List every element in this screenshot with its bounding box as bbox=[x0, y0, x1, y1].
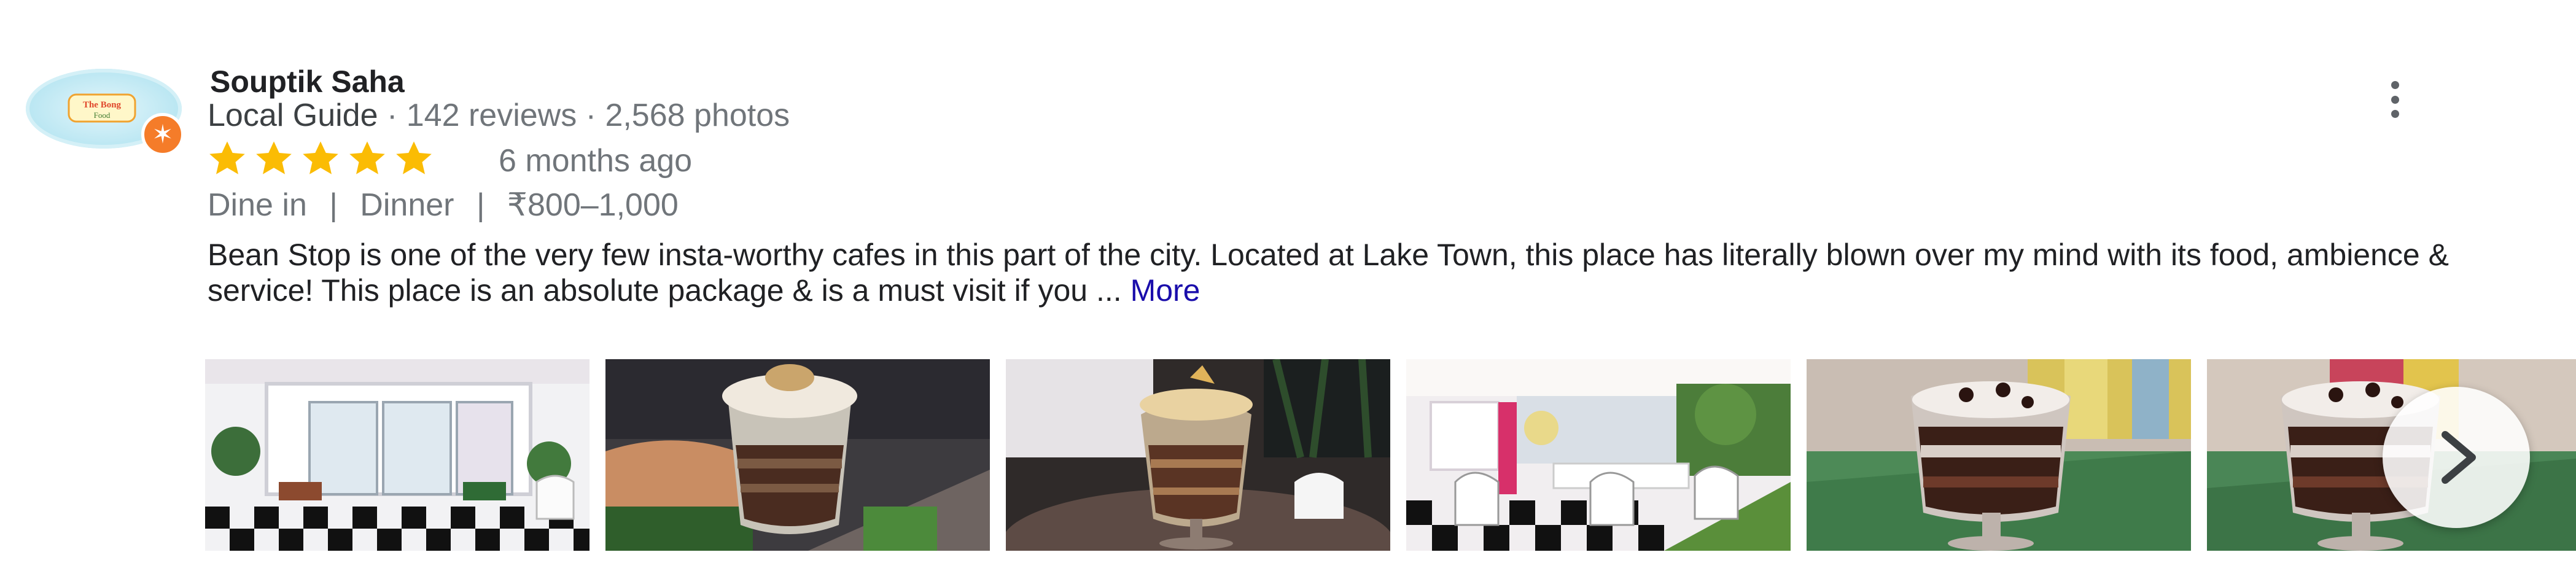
meta-dot: · bbox=[386, 98, 407, 133]
tag-price: ₹800–1,000 bbox=[507, 187, 679, 223]
visit-tags: Dine in | Dinner | ₹800–1,000 bbox=[208, 187, 679, 223]
svg-text:Food: Food bbox=[94, 111, 111, 120]
review-photo[interactable] bbox=[205, 359, 590, 551]
more-link[interactable]: More bbox=[1130, 273, 1200, 308]
star-icon bbox=[256, 141, 292, 174]
reviewer-meta: Local Guide · 142 reviews · 2,568 photos bbox=[208, 97, 790, 134]
tag-separator: | bbox=[329, 187, 338, 223]
avatar[interactable]: The Bong Food ✶ bbox=[26, 69, 184, 156]
review-text: Bean Stop is one of the very few insta-w… bbox=[208, 237, 2467, 308]
star-icon bbox=[349, 141, 385, 174]
svg-text:The Bong: The Bong bbox=[83, 100, 122, 110]
local-guide-label: Local Guide bbox=[208, 98, 378, 133]
review-photo[interactable] bbox=[1406, 359, 1791, 551]
review-photo[interactable] bbox=[605, 359, 990, 551]
review-photo[interactable] bbox=[1807, 359, 2191, 551]
tag-separator: | bbox=[476, 187, 485, 223]
review-card: The Bong Food ✶ Souptik Saha Local Guide… bbox=[0, 0, 2576, 571]
review-body: Bean Stop is one of the very few insta-w… bbox=[208, 238, 2449, 308]
star-icon bbox=[396, 141, 432, 174]
more-vertical-icon[interactable] bbox=[2383, 81, 2407, 118]
review-time: 6 months ago bbox=[499, 143, 693, 179]
reviewer-name[interactable]: Souptik Saha bbox=[210, 64, 405, 99]
next-photo-button[interactable] bbox=[2383, 387, 2530, 528]
star-icon bbox=[303, 141, 338, 174]
local-guide-star-icon: ✶ bbox=[141, 113, 184, 156]
avatar-logo: The Bong Food bbox=[68, 93, 136, 123]
meta-dot: · bbox=[585, 98, 605, 133]
star-icon bbox=[209, 141, 245, 174]
review-photo[interactable] bbox=[1006, 359, 1390, 551]
photo-count: 2,568 photos bbox=[605, 98, 790, 133]
review-count: 142 reviews bbox=[406, 98, 577, 133]
chevron-right-icon bbox=[2442, 431, 2476, 484]
star-rating bbox=[205, 140, 436, 177]
tag-meal: Dinner bbox=[360, 187, 454, 223]
tag-service: Dine in bbox=[208, 187, 307, 223]
